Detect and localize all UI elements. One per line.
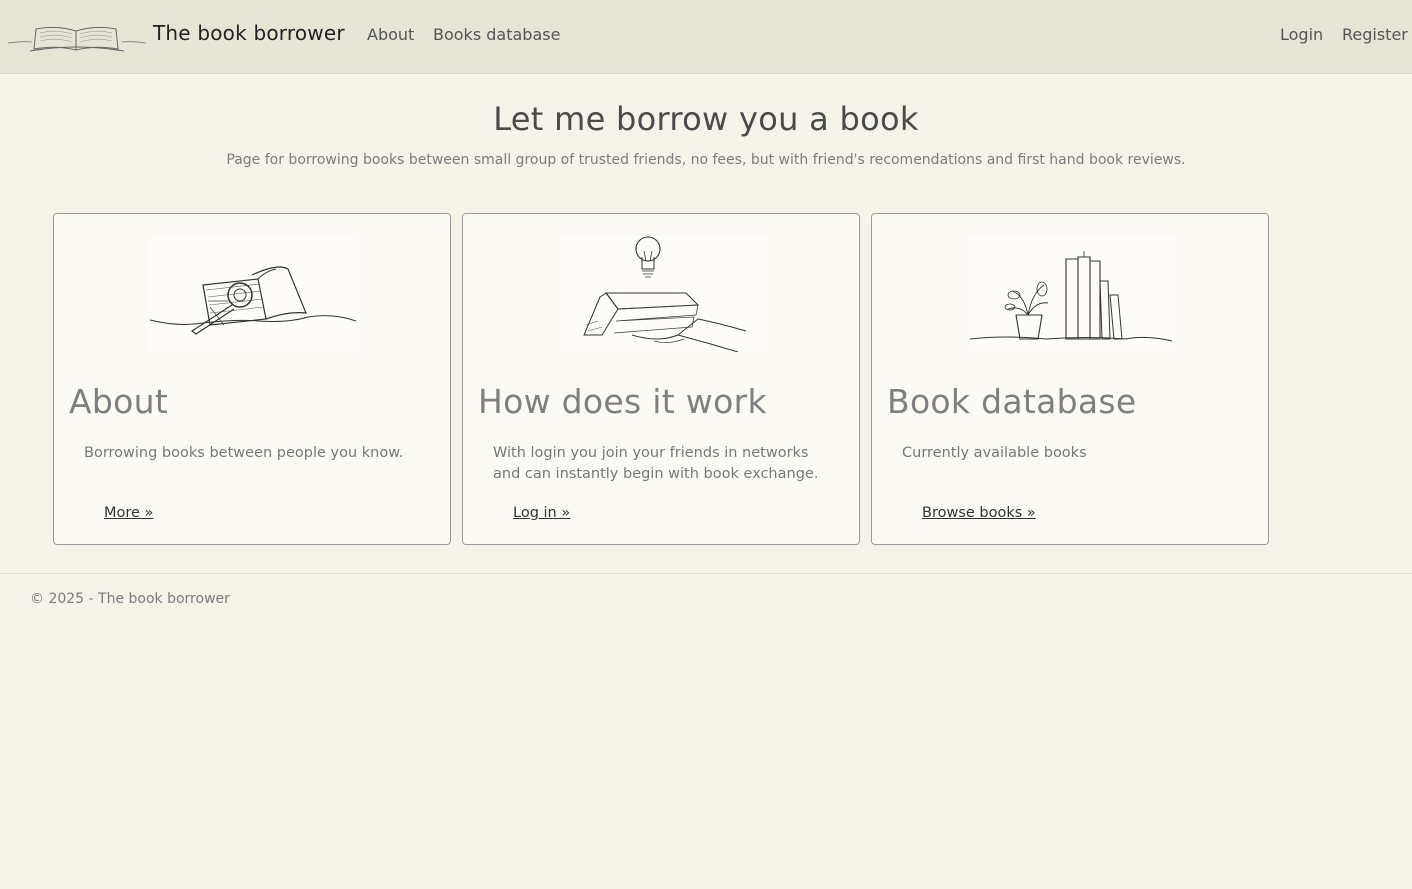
more-link[interactable]: More » [104,505,153,521]
log-in-link[interactable]: Log in » [513,505,570,521]
brand-title[interactable]: The book borrower [153,21,345,45]
navbar: The book borrower About Books database L… [0,0,1412,74]
card-text-how-it-works: With login you join your friends in netw… [493,445,819,482]
browse-books-link[interactable]: Browse books » [922,505,1036,521]
nav-link-register[interactable]: Register [1342,25,1408,44]
hand-book-lightbulb-illustration-icon [558,235,768,352]
card-text-about: Borrowing books between people you know. [84,445,404,461]
card-how-it-works: How does it work With login you join you… [462,213,860,545]
card-book-database: Book database Currently available books … [871,213,1269,545]
page-title: Let me borrow you a book [493,100,919,138]
footer-copyright: © 2025 - The book borrower [30,591,230,607]
card-text-book-database: Currently available books [902,445,1087,461]
book-magnifier-illustration-icon [148,235,358,352]
nav-link-about[interactable]: About [367,25,414,44]
card-title-about: About [69,382,169,421]
footer-divider [0,573,1412,574]
card-about: About Borrowing books between people you… [53,213,451,545]
nav-link-books-database[interactable]: Books database [433,25,560,44]
plant-bookshelf-illustration-icon [966,235,1176,352]
card-title-book-database: Book database [887,382,1137,421]
card-title-how-it-works: How does it work [478,382,767,421]
nav-link-login[interactable]: Login [1280,25,1323,44]
open-book-logo-icon[interactable] [6,19,148,55]
page-subtitle: Page for borrowing books between small g… [226,152,1186,168]
